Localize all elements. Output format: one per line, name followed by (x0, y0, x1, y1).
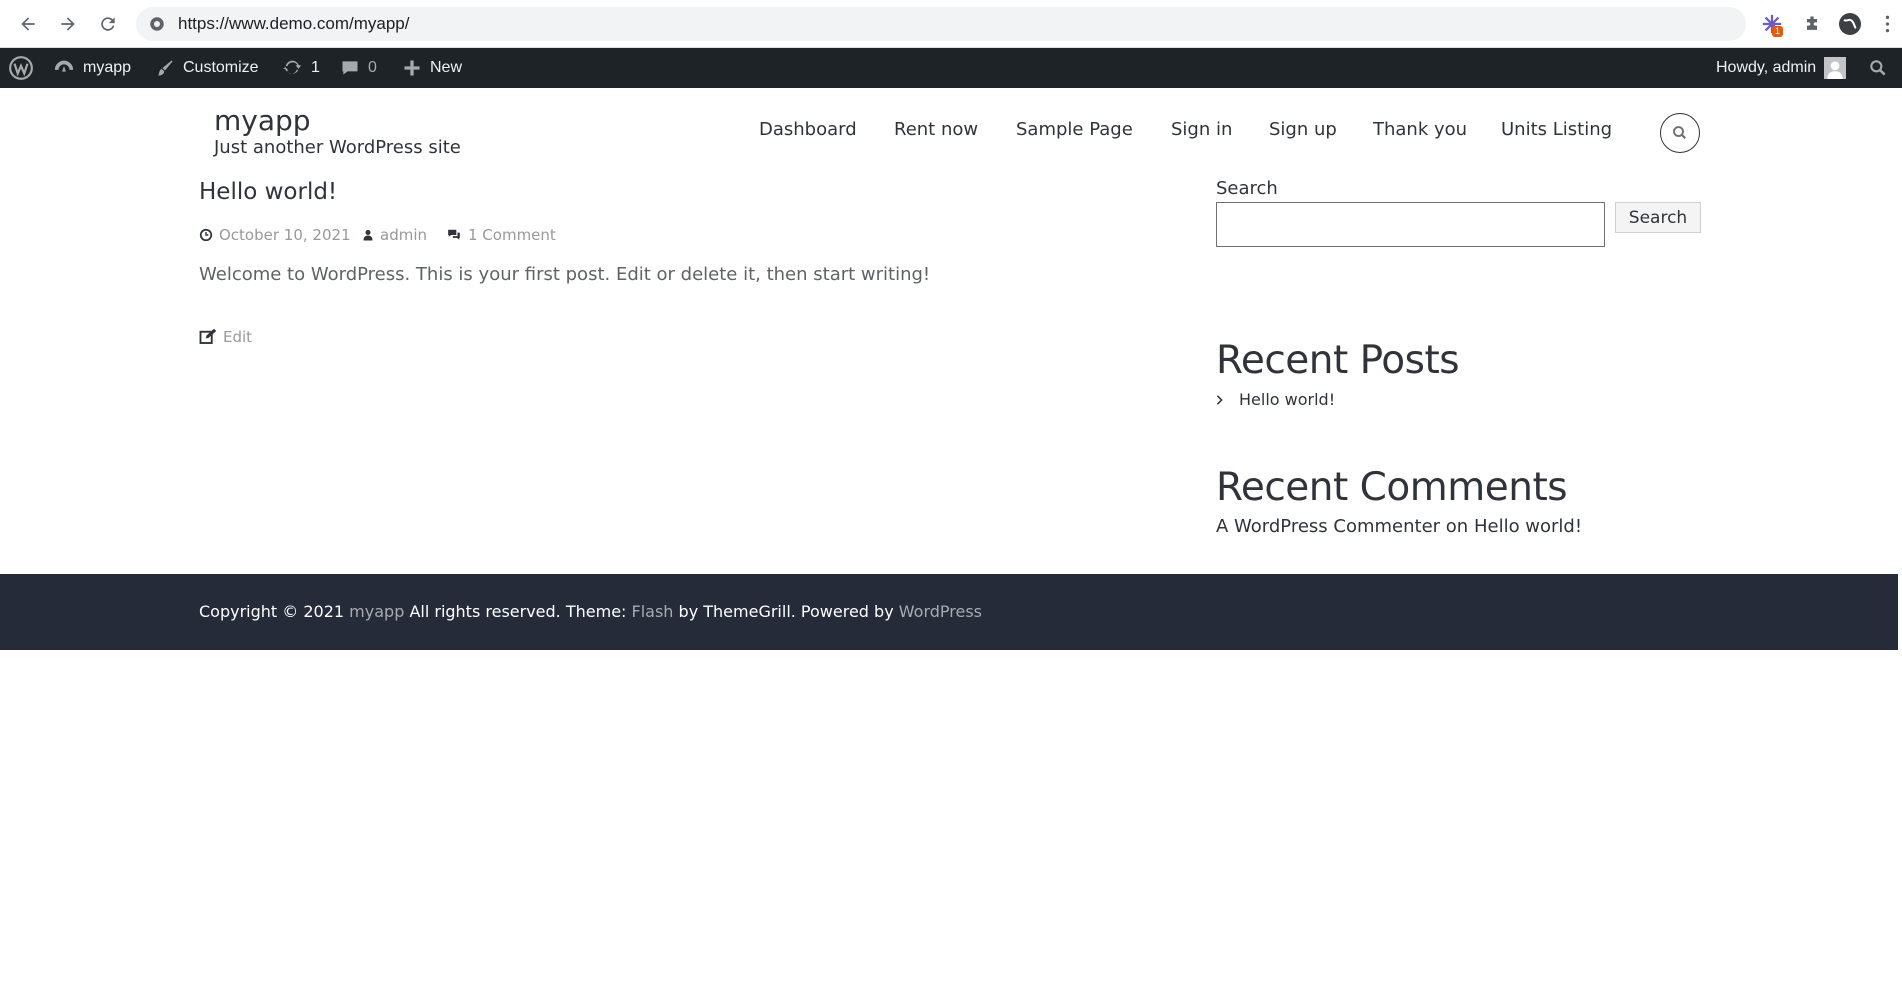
new-content-link[interactable]: New (402, 48, 462, 88)
user-avatar-icon (1824, 57, 1847, 79)
my-account-link[interactable]: Howdy, admin (1716, 48, 1847, 88)
forward-icon[interactable] (54, 10, 82, 38)
header-search-button[interactable] (1660, 113, 1700, 153)
comments-count: 0 (368, 59, 377, 76)
footer-wordpress-link[interactable]: WordPress (899, 602, 982, 621)
footer-theme-link[interactable]: Flash (632, 602, 674, 621)
customize-label: Customize (183, 59, 259, 76)
footer-site-link[interactable]: myapp (349, 602, 404, 621)
extension-badge: 1 (1772, 26, 1784, 37)
dashboard-icon (54, 60, 74, 72)
wp-admin-bar: myapp Customize 1 0 New Howdy, admin (0, 48, 1902, 88)
reload-icon[interactable] (94, 10, 122, 38)
wordpress-logo-icon[interactable] (8, 48, 34, 88)
site-info-icon[interactable] (148, 15, 166, 33)
post-author[interactable]: admin (362, 226, 427, 244)
chevron-right-icon (1216, 394, 1223, 405)
comments-link[interactable]: 0 (340, 48, 377, 88)
menu-item-dashboard[interactable]: Dashboard (759, 119, 857, 140)
admin-site-link[interactable]: myapp (53, 48, 131, 88)
comments-icon (448, 229, 460, 240)
post-author-text: admin (380, 226, 427, 244)
updates-count: 1 (311, 59, 320, 76)
footer-copyright: Copyright © 2021 myapp All rights reserv… (199, 602, 982, 621)
menu-item-sign-in[interactable]: Sign in (1171, 119, 1232, 140)
brush-icon (158, 60, 173, 76)
profile-avatar-icon[interactable] (1838, 12, 1862, 36)
browser-toolbar: https://www.demo.com/myapp/ 1 (0, 0, 1902, 48)
comment-author-link[interactable]: A WordPress Commenter (1216, 516, 1440, 537)
recent-posts-title: Recent Posts (1216, 338, 1460, 383)
comment-on-text: on (1445, 516, 1469, 537)
menu-item-sample-page[interactable]: Sample Page (1016, 119, 1133, 140)
recent-comments-title: Recent Comments (1216, 465, 1568, 510)
extension-icon[interactable]: 1 (1760, 12, 1784, 37)
sidebar-search-label: Search (1216, 178, 1278, 199)
recent-comment-item: A WordPress Commenter on Hello world! (1216, 516, 1582, 537)
menu-item-thank-you[interactable]: Thank you (1373, 119, 1467, 140)
updates-icon (282, 60, 302, 74)
admin-site-name: myapp (83, 59, 132, 76)
sidebar-search-button[interactable]: Search (1615, 202, 1701, 233)
menu-kebab-icon[interactable] (1880, 12, 1894, 36)
recent-post-item[interactable]: Hello world! (1216, 390, 1335, 409)
edit-label: Edit (223, 328, 253, 346)
sidebar-search-input[interactable] (1216, 202, 1605, 247)
user-icon (363, 230, 373, 241)
puzzle-icon[interactable] (1800, 12, 1824, 36)
footer-by-text: by ThemeGrill. Powered by (678, 602, 894, 621)
customize-link[interactable]: Customize (155, 48, 259, 88)
site-footer: Copyright © 2021 myapp All rights reserv… (0, 574, 1898, 650)
plus-icon (404, 60, 420, 76)
comment-post-link[interactable]: Hello world! (1474, 516, 1582, 537)
post-date[interactable]: October 10, 2021 (199, 226, 351, 244)
recent-post-link[interactable]: Hello world! (1239, 390, 1335, 409)
admin-search-icon[interactable] (1868, 48, 1888, 88)
new-label: New (430, 59, 463, 76)
post-comments[interactable]: 1 Comment (446, 226, 556, 244)
menu-item-sign-up[interactable]: Sign up (1269, 119, 1337, 140)
address-bar[interactable]: https://www.demo.com/myapp/ (136, 7, 1746, 41)
post-date-text: October 10, 2021 (219, 226, 351, 244)
site-tagline: Just another WordPress site (214, 137, 461, 158)
menu-item-rent-now[interactable]: Rent now (894, 119, 978, 140)
url-text[interactable]: https://www.demo.com/myapp/ (178, 14, 409, 34)
post-excerpt: Welcome to WordPress. This is your first… (199, 264, 931, 285)
edit-post-link[interactable]: Edit (199, 328, 252, 346)
howdy-text: Howdy, admin (1716, 59, 1817, 76)
post-title[interactable]: Hello world! (199, 179, 337, 205)
menu-item-units-listing[interactable]: Units Listing (1501, 119, 1612, 140)
site-title[interactable]: myapp (214, 104, 311, 137)
search-icon (1673, 126, 1687, 140)
updates-link[interactable]: 1 (281, 48, 320, 88)
footer-rights-text: All rights reserved. Theme: (409, 602, 627, 621)
edit-icon (199, 328, 217, 344)
clock-icon (199, 228, 213, 242)
back-icon[interactable] (14, 10, 42, 38)
footer-copyright-text: Copyright © 2021 (199, 602, 345, 621)
comment-bubble-icon (342, 61, 358, 75)
post-comments-text: 1 Comment (468, 226, 556, 244)
